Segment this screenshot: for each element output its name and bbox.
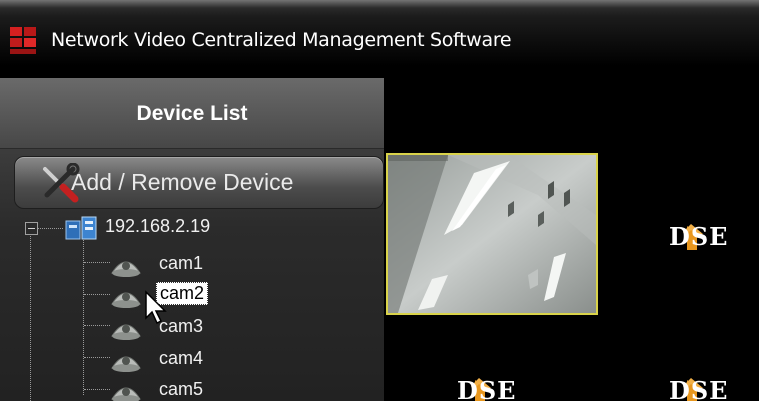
tree-connector (83, 240, 84, 395)
tree-connector (84, 262, 110, 263)
dome-camera-icon (111, 324, 141, 340)
dse-logo-text: DSE (669, 222, 729, 251)
tree-connector (84, 294, 110, 295)
add-remove-device-button[interactable]: Add / Remove Device (14, 156, 384, 209)
title-bar-shine (0, 0, 759, 8)
dome-camera-icon (111, 356, 141, 372)
camera-label: cam5 (159, 379, 204, 399)
tree-connector (84, 325, 110, 326)
tree-connector (84, 357, 110, 358)
device-list-title: Device List (136, 102, 248, 125)
camera-feed-image (388, 155, 596, 313)
camera-label: cam1 (159, 253, 204, 273)
tree-connector (30, 233, 31, 401)
dse-logo-cell-4: DSE (669, 376, 739, 401)
dome-camera-icon (111, 292, 141, 308)
camera-item-cam4[interactable]: cam4 (108, 344, 228, 374)
dse-logo-cell-3: DSE (457, 376, 527, 401)
title-bar[interactable]: Network Video Centralized Management Sof… (0, 0, 759, 66)
dome-camera-icon (111, 387, 141, 401)
dvr-device-icon (65, 216, 97, 240)
add-remove-device-label: Add / Remove Device (71, 169, 294, 195)
tree-collapse-toggle[interactable] (25, 222, 38, 235)
dse-logo-text: DSE (669, 376, 729, 401)
window-title: Network Video Centralized Management Sof… (51, 29, 512, 51)
dse-logo-text: DSE (457, 376, 517, 401)
tree-connector (37, 228, 63, 229)
app-window: Network Video Centralized Management Sof… (0, 0, 759, 401)
camera-label: cam4 (159, 348, 204, 368)
device-ip-label[interactable]: 192.168.2.19 (105, 216, 210, 237)
camera-item-cam1[interactable]: cam1 (108, 249, 228, 279)
device-list-header: Device List (0, 78, 384, 149)
dome-camera-icon (111, 261, 141, 277)
camera-item-cam5[interactable]: cam5 (108, 375, 228, 401)
mouse-pointer-icon (145, 290, 167, 325)
dse-logo-cell-2: DSE (669, 222, 739, 254)
video-cell-1[interactable] (386, 153, 598, 315)
tree-connector (84, 389, 110, 390)
app-logo-icon (10, 27, 36, 54)
